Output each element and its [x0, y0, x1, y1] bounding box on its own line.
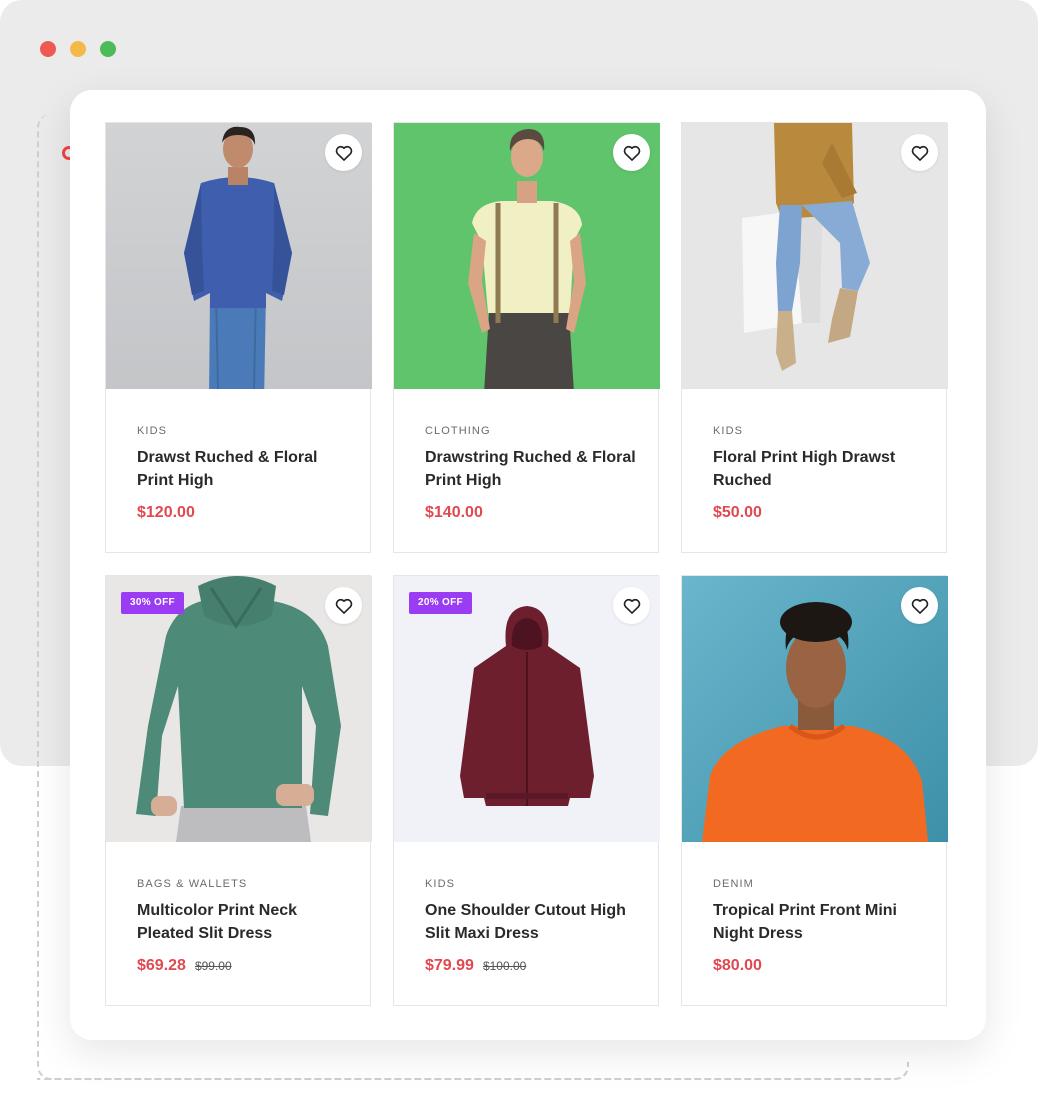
- discount-badge: 20% OFF: [409, 592, 472, 614]
- window-close-button[interactable]: [40, 41, 56, 57]
- window-maximize-button[interactable]: [100, 41, 116, 57]
- wishlist-button[interactable]: [325, 134, 362, 171]
- product-title[interactable]: Floral Print High Drawst Ruched: [713, 446, 926, 492]
- wishlist-button[interactable]: [613, 587, 650, 624]
- product-category: CLOTHING: [425, 425, 491, 437]
- product-price: $140.00: [425, 504, 483, 521]
- product-image[interactable]: [682, 123, 948, 389]
- heart-icon: [623, 145, 640, 161]
- wishlist-button[interactable]: [613, 134, 650, 171]
- product-category: BAGS & WALLETS: [137, 878, 248, 890]
- product-title[interactable]: One Shoulder Cutout High Slit Maxi Dress: [425, 899, 638, 945]
- wishlist-button[interactable]: [325, 587, 362, 624]
- heart-icon: [623, 598, 640, 614]
- product-category: KIDS: [713, 425, 744, 437]
- product-category: DENIM: [713, 878, 754, 890]
- heart-icon: [911, 598, 928, 614]
- product-image[interactable]: [106, 123, 372, 389]
- product-card[interactable]: CLOTHING Drawstring Ruched & Floral Prin…: [393, 122, 660, 553]
- product-card[interactable]: 30% OFF BAGS & WALLETS Multicolor Print …: [105, 575, 372, 1006]
- product-card[interactable]: KIDS Drawst Ruched & Floral Print High $…: [105, 122, 372, 553]
- discount-badge: 30% OFF: [121, 592, 184, 614]
- product-old-price: $99.00: [194, 959, 232, 973]
- product-old-price: $100.00: [482, 959, 527, 973]
- product-price: $79.99: [425, 957, 474, 974]
- product-category: KIDS: [137, 425, 168, 437]
- product-category: KIDS: [425, 878, 456, 890]
- product-price: $120.00: [137, 504, 195, 521]
- heart-icon: [335, 598, 352, 614]
- product-image[interactable]: 30% OFF: [106, 576, 372, 842]
- product-title[interactable]: Tropical Print Front Mini Night Dress: [713, 899, 926, 945]
- heart-icon: [335, 145, 352, 161]
- product-card[interactable]: KIDS Floral Print High Drawst Ruched $50…: [681, 122, 948, 553]
- wishlist-button[interactable]: [901, 587, 938, 624]
- product-price: $50.00: [713, 504, 762, 521]
- product-title[interactable]: Drawst Ruched & Floral Print High: [137, 446, 350, 492]
- heart-icon: [911, 145, 928, 161]
- decorative-dashed-frame-bottom: [37, 1062, 909, 1080]
- product-image[interactable]: [682, 576, 948, 842]
- product-card[interactable]: DENIM Tropical Print Front Mini Night Dr…: [681, 575, 948, 1006]
- product-card[interactable]: 20% OFF KIDS One Shoulder Cutout High Sl…: [393, 575, 660, 1006]
- product-price: $69.28: [137, 957, 186, 974]
- product-title[interactable]: Drawstring Ruched & Floral Print High: [425, 446, 638, 492]
- window-minimize-button[interactable]: [70, 41, 86, 57]
- product-title[interactable]: Multicolor Print Neck Pleated Slit Dress: [137, 899, 350, 945]
- product-image[interactable]: [394, 123, 660, 389]
- product-price: $80.00: [713, 957, 762, 974]
- product-image[interactable]: 20% OFF: [394, 576, 660, 842]
- wishlist-button[interactable]: [901, 134, 938, 171]
